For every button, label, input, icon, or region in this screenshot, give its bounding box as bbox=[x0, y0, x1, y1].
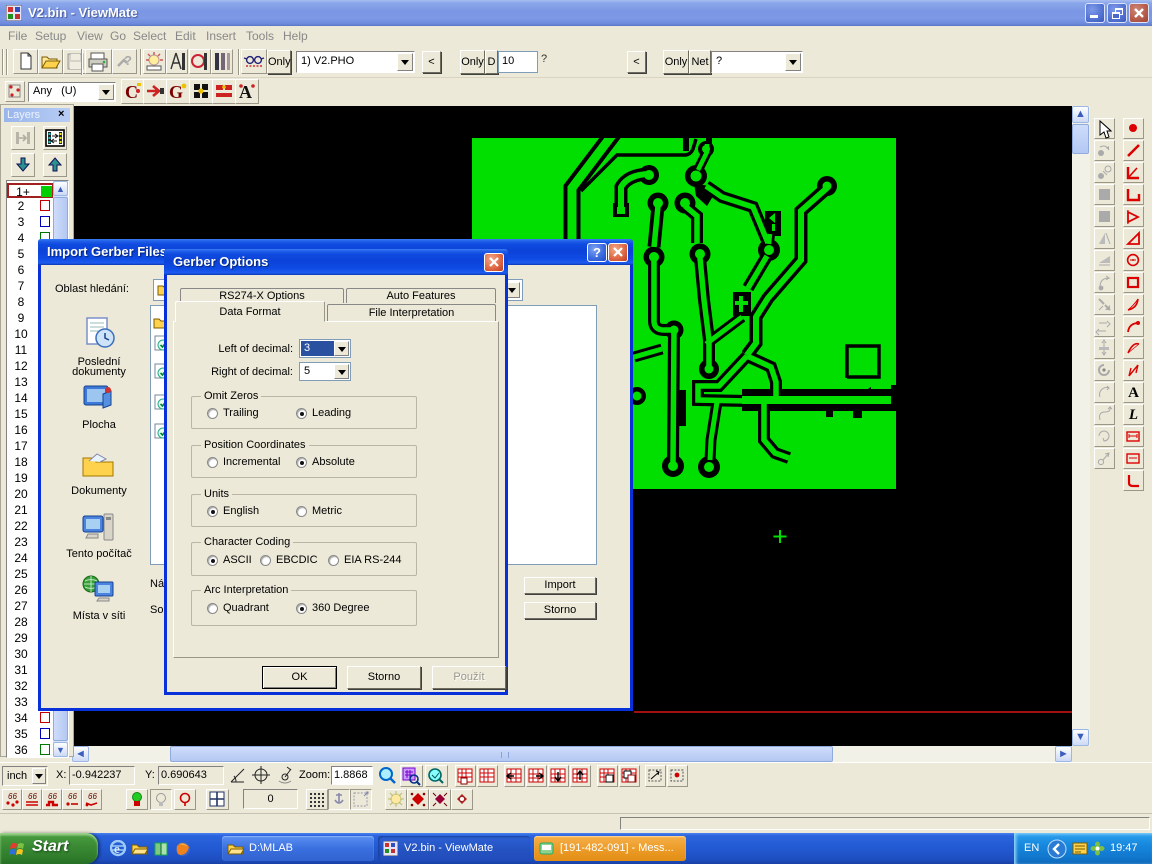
svg-text:e: e bbox=[114, 841, 120, 856]
svg-text:G: G bbox=[169, 82, 183, 102]
svg-text:66: 66 bbox=[88, 792, 97, 801]
svg-text:C: C bbox=[125, 82, 138, 102]
svg-text:66: 66 bbox=[8, 792, 17, 801]
svg-text:66: 66 bbox=[48, 792, 57, 801]
svg-text:?: ? bbox=[124, 53, 132, 68]
svg-text:66: 66 bbox=[68, 792, 77, 801]
svg-text:66: 66 bbox=[28, 792, 37, 801]
